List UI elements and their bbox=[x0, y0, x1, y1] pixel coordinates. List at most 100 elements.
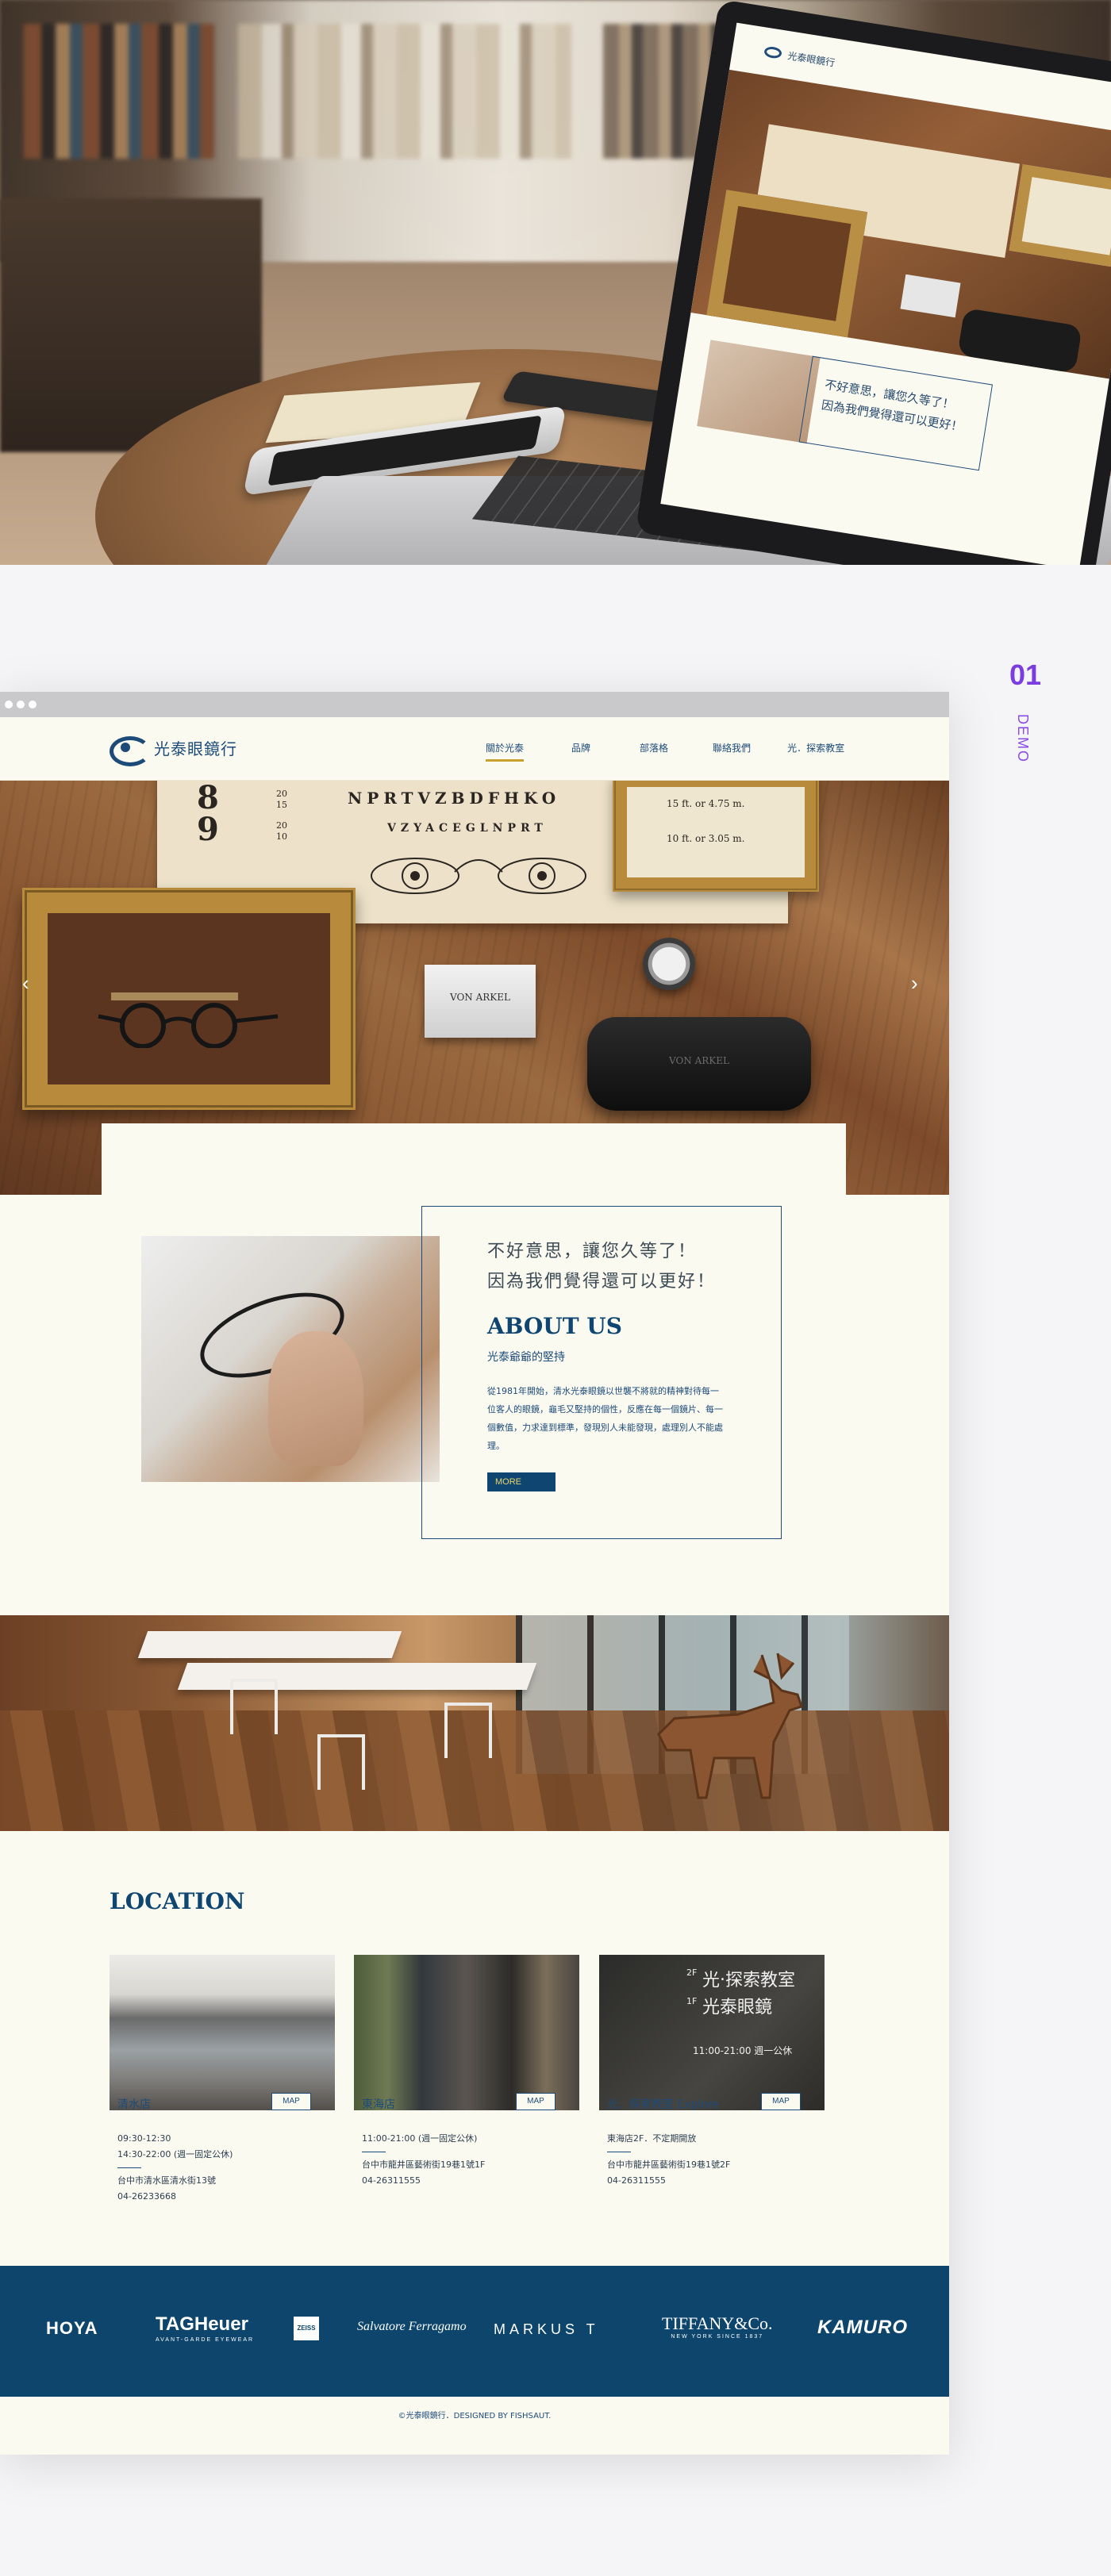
hands-glasses-photo bbox=[141, 1236, 440, 1482]
mini-frame bbox=[706, 190, 868, 338]
sign-text: 光‧探索教室 bbox=[702, 1971, 795, 1991]
mini-case bbox=[957, 307, 1082, 374]
frame-text: 10 ft. or 3.05 m. bbox=[667, 833, 745, 844]
logo-text: 光泰眼鏡行 bbox=[154, 739, 237, 758]
chair bbox=[230, 1679, 278, 1734]
gold-frame-glasses bbox=[22, 888, 356, 1110]
wooden-deer-icon bbox=[657, 1653, 803, 1799]
store-info: 東海店2F．不定期開放 台中市龍井區藝術街19巷1號2F 04-26311555 bbox=[599, 2113, 825, 2189]
brand-logo-tagheuer[interactable]: TAGHeuer AVANT-GARDE EYEWEAR bbox=[156, 2313, 254, 2343]
store-photo bbox=[354, 1955, 579, 2113]
store-card: 東海店 MAP 11:00-21:00 (週一固定公休) 台中市龍井區藝術街19… bbox=[354, 1955, 579, 2189]
mini-logo-text: 光泰眼鏡行 bbox=[786, 49, 836, 68]
eyechart-small-numbers: 20 15 20 10 bbox=[276, 789, 287, 843]
map-button[interactable]: MAP bbox=[761, 2093, 801, 2110]
nav-item-explore[interactable]: 光．探索教室 bbox=[787, 741, 844, 762]
map-button[interactable]: MAP bbox=[516, 2093, 556, 2110]
store-phone: 04-26233668 bbox=[117, 2191, 176, 2202]
chevron-left-icon[interactable]: ‹ bbox=[22, 971, 29, 996]
glasses-case: VON ARKEL bbox=[587, 1017, 811, 1111]
eye-logo-icon bbox=[110, 735, 151, 766]
brand-logo-zeiss[interactable]: ZEISS bbox=[294, 2317, 319, 2340]
eyechart-big-numbers: 8 9 bbox=[197, 782, 219, 846]
slider-overlay-band bbox=[102, 1123, 846, 1195]
window-dot[interactable] bbox=[17, 701, 25, 708]
site-footer: ©光泰眼鏡行．DESIGNED BY FISHSAUT. bbox=[398, 2412, 552, 2421]
store-card: 清水店 MAP 09:30-12:30 14:30-22:00 (週一固定公休)… bbox=[110, 1955, 335, 2205]
nav-item-blog[interactable]: 部落格 bbox=[640, 741, 668, 762]
frame-text: 15 ft. or 4.75 m. bbox=[667, 798, 745, 809]
store-info: 11:00-21:00 (週一固定公休) 台中市龍井區藝術街19巷1號1F 04… bbox=[354, 2113, 579, 2189]
map-button[interactable]: MAP bbox=[271, 2093, 311, 2110]
store-card: 2F 光‧探索教室 1F 光泰眼鏡 11:00-21:00 週一公休 光．探索教… bbox=[599, 1955, 825, 2189]
eyechart-small: 10 bbox=[276, 831, 287, 842]
chevron-right-icon[interactable]: › bbox=[911, 971, 918, 996]
eyeglasses-icon bbox=[98, 992, 279, 1048]
site-logo[interactable]: 光泰眼鏡行 bbox=[110, 735, 237, 766]
brand-logo-tiffany[interactable]: TIFFANY&Co. NEW YORK SINCE 1837 bbox=[662, 2313, 773, 2340]
location-title: LOCATION bbox=[110, 1888, 245, 1914]
brand-logo-markus-t[interactable]: MARKUS T bbox=[494, 2321, 599, 2338]
mini-about-message: 不好意思，讓您久等了！ 因為我們覺得還可以更好！ bbox=[798, 355, 993, 471]
classroom-photo bbox=[0, 1615, 949, 1831]
pocket-watch-icon bbox=[643, 938, 695, 990]
more-button[interactable]: MORE bbox=[487, 1472, 556, 1491]
eyechart-row: VZYACEGLNPRT bbox=[387, 822, 548, 835]
brand-tagline: AVANT-GARDE EYEWEAR bbox=[156, 2337, 255, 2343]
gold-frame: 15 ft. or 4.75 m. 10 ft. or 3.05 m. bbox=[613, 781, 819, 892]
mini-frame bbox=[1009, 164, 1111, 268]
browser-window: 光泰眼鏡行 關於光泰 品牌 部落格 聯絡我們 光．探索教室 8 9 20 15 … bbox=[0, 692, 949, 2455]
eyechart-small: 20 bbox=[276, 789, 287, 799]
about-box: 不好意思，讓您久等了！ 因為我們覺得還可以更好！ ABOUT US 光泰爺爺的堅… bbox=[421, 1206, 782, 1539]
store-photo bbox=[110, 1955, 335, 2113]
store-address: 台中市龍井區藝術街19巷1號2F bbox=[607, 2159, 731, 2170]
sign-text: 11:00-21:00 週一公休 bbox=[693, 2045, 793, 2056]
brand-logo-hoya[interactable]: HOYA bbox=[46, 2318, 98, 2339]
divider bbox=[117, 2167, 141, 2168]
brand-bar: HOYA TAGHeuer AVANT-GARDE EYEWEAR ZEISS … bbox=[0, 2266, 949, 2397]
nav-item-brands[interactable]: 品牌 bbox=[571, 741, 590, 762]
store-phone: 04-26311555 bbox=[362, 2175, 421, 2186]
chair bbox=[317, 1734, 365, 1790]
brand-name: TAGHeuer bbox=[156, 2313, 248, 2335]
store-hours: 東海店2F．不定期開放 bbox=[607, 2133, 697, 2144]
brand-name: TIFFANY&Co. bbox=[662, 2313, 773, 2333]
about-section: 不好意思，讓您久等了！ 因為我們覺得還可以更好！ ABOUT US 光泰爺爺的堅… bbox=[0, 1195, 949, 1615]
brand-tagline: NEW YORK SINCE 1837 bbox=[671, 2334, 764, 2340]
store-photo: 2F 光‧探索教室 1F 光泰眼鏡 11:00-21:00 週一公休 bbox=[599, 1955, 825, 2113]
hero-photo: 光泰眼鏡行 不好意思，讓您久等了！ 因為我們覺得還可以更好！ bbox=[0, 0, 1111, 565]
nav-item-about[interactable]: 關於光泰 bbox=[486, 741, 525, 762]
sign-text: 光泰眼鏡 bbox=[702, 1998, 773, 2017]
window-dot[interactable] bbox=[5, 701, 13, 708]
store-name: 光．探索教室 Explore bbox=[607, 2098, 719, 2111]
brand-logo-ferragamo[interactable]: Salvatore Ferragamo bbox=[357, 2320, 467, 2334]
hero-slider: 8 9 20 15 20 10 NPRTVZBDFHKO VZYACEGLNPR… bbox=[0, 781, 949, 1195]
store-hours: 11:00-21:00 (週一固定公休) bbox=[362, 2133, 478, 2144]
store-address: 台中市清水區清水街13號 bbox=[117, 2175, 216, 2186]
store-hours: 14:30-22:00 (週一固定公休) bbox=[117, 2149, 233, 2159]
eyechart-number: 8 bbox=[197, 781, 219, 816]
books bbox=[238, 24, 571, 159]
store-hours: 09:30-12:30 bbox=[117, 2133, 171, 2144]
about-lead-line: 因為我們覺得還可以更好！ bbox=[487, 1272, 717, 1292]
store-name: 東海店 bbox=[362, 2098, 395, 2111]
chair bbox=[444, 1703, 492, 1758]
window-dot[interactable] bbox=[29, 701, 37, 708]
store-info: 09:30-12:30 14:30-22:00 (週一固定公休) 台中市清水區清… bbox=[110, 2113, 335, 2205]
store-address: 台中市龍井區藝術街19巷1號1F bbox=[362, 2159, 486, 2170]
about-title: ABOUT US bbox=[487, 1313, 622, 1339]
laptop-screen-content: 光泰眼鏡行 不好意思，讓您久等了！ 因為我們覺得還可以更好！ bbox=[660, 22, 1111, 565]
browser-chrome bbox=[0, 692, 949, 717]
eyechart-row: NPRTVZBDFHKO bbox=[348, 789, 561, 808]
logo-icon bbox=[763, 45, 783, 60]
about-lead-line: 不好意思，讓您久等了！ bbox=[487, 1242, 698, 1261]
about-lead: 不好意思，讓您久等了！ 因為我們覺得還可以更好！ bbox=[487, 1237, 781, 1297]
brand-logo-kamuro[interactable]: KAMURO bbox=[817, 2317, 908, 2339]
demo-label: DEMO bbox=[1015, 714, 1031, 763]
store-phone: 04-26311555 bbox=[607, 2175, 666, 2186]
location-section: LOCATION 清水店 MAP 09:30-12:30 14:30-22:00… bbox=[0, 1831, 949, 2266]
nav-item-contact[interactable]: 聯絡我們 bbox=[713, 741, 751, 762]
sign-floor: 2F bbox=[686, 1968, 698, 1978]
about-body: 從1981年開始，清水光泰眼鏡以世襲不將就的精神對待每一位客人的眼鏡，龜毛又堅持… bbox=[487, 1386, 723, 1451]
eyechart-small: 15 bbox=[276, 800, 287, 810]
